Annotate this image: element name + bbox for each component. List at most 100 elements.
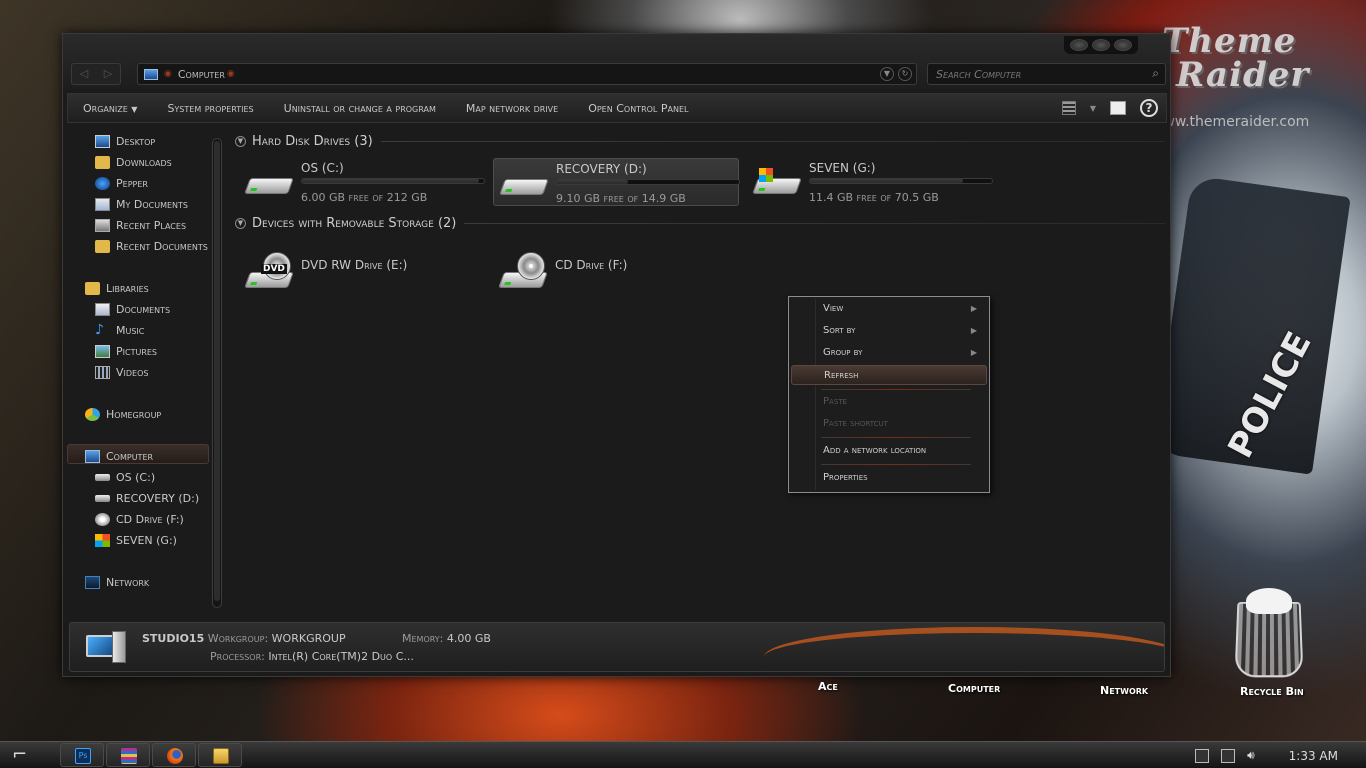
refresh-icon[interactable]: ↻ bbox=[898, 67, 912, 81]
menu-item-refresh[interactable]: Refresh bbox=[791, 365, 987, 385]
preview-pane-icon[interactable] bbox=[1110, 101, 1126, 115]
submenu-arrow-icon: ▶ bbox=[970, 348, 977, 357]
address-bar[interactable]: ◉ Computer ◉ ▼ ↻ bbox=[137, 63, 917, 85]
sidebar-item-cd-drive-f[interactable]: CD Drive (F:) bbox=[95, 510, 184, 528]
minimize-button[interactable] bbox=[1070, 39, 1088, 51]
drive-tile-cd-f[interactable]: CD Drive (F:) bbox=[493, 242, 739, 290]
sidebar-item-recent-places[interactable]: Recent Places bbox=[95, 216, 186, 234]
maximize-button[interactable] bbox=[1092, 39, 1110, 51]
sidebar-item-pepper[interactable]: Pepper bbox=[95, 174, 148, 192]
sidebar-item-recovery-d[interactable]: RECOVERY (D:) bbox=[95, 489, 199, 507]
taskbar-app-explorer[interactable] bbox=[198, 743, 242, 767]
close-button[interactable] bbox=[1114, 39, 1132, 51]
sidebar-item-recent-documents[interactable]: Recent Documents bbox=[95, 237, 208, 255]
menu-item-group-by[interactable]: Group by ▶ bbox=[791, 343, 987, 363]
forward-button[interactable]: ▷ bbox=[96, 64, 120, 84]
drive-tile-recovery-d[interactable]: RECOVERY (D:) 9.10 GB free of 14.9 GB bbox=[493, 158, 740, 206]
menu-separator bbox=[821, 464, 971, 465]
help-icon[interactable]: ? bbox=[1140, 99, 1158, 117]
memory-info: Memory: 4.00 GB bbox=[402, 632, 491, 645]
search-input[interactable]: Search Computer bbox=[927, 63, 1166, 85]
collapse-chevron-icon[interactable]: ▼ bbox=[235, 136, 246, 147]
drive-name: DVD RW Drive (E:) bbox=[301, 258, 408, 272]
sidebar-item-videos[interactable]: Videos bbox=[95, 363, 148, 381]
menu-item-sort-by[interactable]: Sort by ▶ bbox=[791, 321, 987, 341]
computer-icon bbox=[144, 68, 158, 80]
group-header-hard-disk-drives[interactable]: ▼ Hard Disk Drives (3) bbox=[235, 134, 1165, 149]
drive-tile-dvd-rw-e[interactable]: DVD DVD RW Drive (E:) bbox=[239, 242, 485, 290]
taskbar-app-winrar[interactable] bbox=[106, 743, 150, 767]
usage-fill bbox=[810, 179, 963, 183]
sidebar-item-pictures[interactable]: Pictures bbox=[95, 342, 157, 360]
hard-drive-icon bbox=[244, 172, 294, 200]
sidebar-item-label: Libraries bbox=[106, 281, 149, 295]
sidebar-item-downloads[interactable]: Downloads bbox=[95, 153, 172, 171]
network-tray-icon[interactable] bbox=[1221, 748, 1236, 763]
workgroup-value: WORKGROUP bbox=[271, 632, 346, 645]
menu-item-label: Refresh bbox=[824, 370, 859, 381]
navigation-pane: Desktop Downloads Pepper My Documents Re… bbox=[67, 126, 211, 612]
windows-drive-icon bbox=[752, 168, 802, 200]
watermark-line-1: Theme bbox=[1162, 21, 1297, 61]
menu-item-properties[interactable]: Properties bbox=[791, 468, 987, 488]
search-icon[interactable]: ⌕ bbox=[1145, 63, 1165, 85]
menu-item-label: Group by bbox=[823, 347, 863, 358]
clipboard-tray-icon[interactable] bbox=[1195, 748, 1210, 763]
sidebar-item-label: Pepper bbox=[116, 176, 148, 190]
sidebar-item-documents[interactable]: Documents bbox=[95, 300, 170, 318]
taskbar-app-photoshop[interactable]: Ps bbox=[60, 743, 104, 767]
start-button-icon[interactable]: ⌐ bbox=[12, 746, 42, 766]
chevron-down-icon: ▼ bbox=[131, 104, 138, 114]
sidebar-item-music[interactable]: ♪ Music bbox=[95, 321, 144, 339]
organize-button[interactable]: Organize ▼ bbox=[68, 102, 152, 115]
memory-value: 4.00 GB bbox=[446, 632, 491, 645]
documents-icon bbox=[95, 197, 110, 211]
view-dropdown-icon[interactable]: ▼ bbox=[1090, 104, 1096, 113]
system-tray: 🔊︎ 1:33 AM bbox=[1195, 742, 1366, 768]
sidebar-item-os-c[interactable]: OS (C:) bbox=[95, 468, 155, 486]
watermark-line-2: Raider bbox=[1176, 55, 1310, 95]
drive-tile-os-c[interactable]: OS (C:) 6.00 GB free of 212 GB bbox=[239, 158, 485, 206]
uninstall-program-button[interactable]: Uninstall or change a program bbox=[269, 102, 451, 115]
breadcrumb-arrow-icon[interactable]: ◉ bbox=[227, 69, 235, 79]
taskbar-app-firefox[interactable] bbox=[152, 743, 196, 767]
breadcrumb-computer[interactable]: Computer bbox=[178, 68, 225, 81]
map-network-drive-button[interactable]: Map network drive bbox=[451, 102, 573, 115]
menu-item-add-network-location[interactable]: Add a network location bbox=[791, 441, 987, 461]
collapse-chevron-icon[interactable]: ▼ bbox=[235, 218, 246, 229]
clock[interactable]: 1:33 AM bbox=[1289, 749, 1338, 763]
cd-drive-icon bbox=[95, 512, 110, 526]
desktop-icon-network[interactable]: Network bbox=[1100, 684, 1148, 697]
winrar-icon bbox=[121, 748, 137, 764]
sidebar-item-libraries[interactable]: Libraries bbox=[85, 279, 149, 297]
computer-name: STUDIO15 bbox=[142, 632, 205, 645]
sidebar-item-label: RECOVERY (D:) bbox=[116, 491, 200, 505]
volume-icon[interactable]: 🔊︎ bbox=[1247, 748, 1255, 763]
back-button[interactable]: ◁ bbox=[72, 64, 96, 84]
sidebar-item-label: Recent Places bbox=[116, 218, 187, 232]
sidebar-item-homegroup[interactable]: Homegroup bbox=[85, 405, 161, 423]
firefox-icon bbox=[167, 748, 183, 764]
processor-info: Processor: Intel(R) Core(TM)2 Duo C... bbox=[210, 650, 414, 663]
sidebar-item-computer[interactable]: Computer bbox=[85, 447, 153, 465]
menu-item-view[interactable]: View ▶ bbox=[791, 299, 987, 319]
address-dropdown-icon[interactable]: ▼ bbox=[880, 67, 894, 81]
computer-icon bbox=[86, 631, 130, 665]
sidebar-item-my-documents[interactable]: My Documents bbox=[95, 195, 188, 213]
open-control-panel-button[interactable]: Open Control Panel bbox=[573, 102, 703, 115]
desktop-icon-ace[interactable]: Ace bbox=[818, 680, 838, 693]
sidebar-item-desktop[interactable]: Desktop bbox=[95, 132, 155, 150]
sidebar-scrollbar[interactable] bbox=[212, 138, 222, 608]
drive-tile-seven-g[interactable]: SEVEN (G:) 11.4 GB free of 70.5 GB bbox=[747, 158, 993, 206]
sidebar-item-network[interactable]: Network bbox=[85, 573, 149, 591]
sidebar-item-seven-g[interactable]: SEVEN (G:) bbox=[95, 531, 177, 549]
sidebar-item-label: Homegroup bbox=[106, 407, 162, 421]
folder-icon bbox=[213, 748, 229, 764]
desktop-icon-computer[interactable]: Computer bbox=[948, 682, 1000, 695]
change-view-icon[interactable] bbox=[1061, 101, 1076, 115]
scrollbar-thumb[interactable] bbox=[214, 141, 220, 601]
desktop-icon-recycle-bin[interactable]: Recycle Bin bbox=[1240, 685, 1304, 698]
group-header-removable-storage[interactable]: ▼ Devices with Removable Storage (2) bbox=[235, 216, 1165, 231]
recycle-bin-icon[interactable] bbox=[1230, 586, 1308, 678]
system-properties-button[interactable]: System properties bbox=[152, 102, 268, 115]
